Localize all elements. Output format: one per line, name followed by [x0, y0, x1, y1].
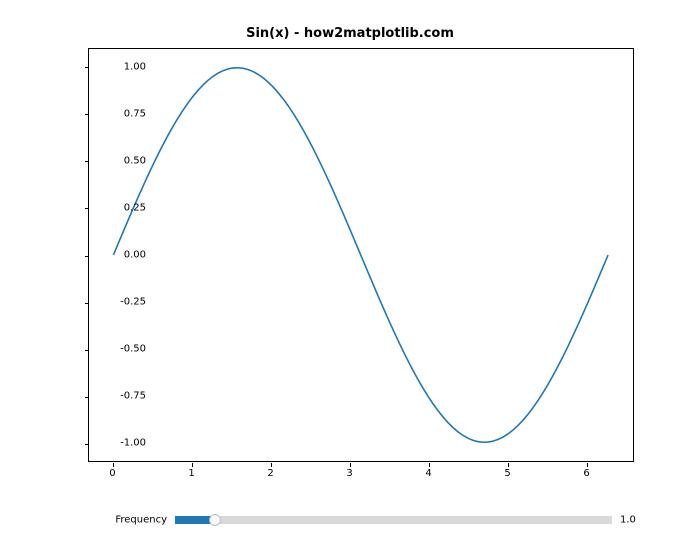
- x-tick-label: 4: [425, 468, 431, 479]
- y-tick-mark: [85, 161, 89, 162]
- frequency-slider-label: Frequency: [115, 515, 167, 526]
- frequency-slider[interactable]: Frequency 1.0: [175, 510, 612, 530]
- frequency-slider-track[interactable]: [175, 516, 612, 524]
- y-tick-label: -0.25: [106, 297, 146, 308]
- y-tick-label: 1.00: [106, 61, 146, 72]
- x-tick-label: 1: [188, 468, 194, 479]
- x-tick-mark: [113, 463, 114, 467]
- y-tick-mark: [85, 350, 89, 351]
- x-tick-label: 2: [267, 468, 273, 479]
- x-tick-mark: [429, 463, 430, 467]
- y-tick-mark: [85, 114, 89, 115]
- frequency-slider-value: 1.0: [620, 515, 636, 526]
- x-tick-label: 6: [583, 468, 589, 479]
- y-tick-mark: [85, 67, 89, 68]
- x-tick-mark: [508, 463, 509, 467]
- chart-title: Sin(x) - how2matplotlib.com: [0, 26, 700, 41]
- plot-area: [89, 49, 633, 461]
- x-tick-label: 3: [346, 468, 352, 479]
- y-tick-mark: [85, 397, 89, 398]
- frequency-slider-handle[interactable]: [209, 514, 221, 526]
- x-tick-mark: [271, 463, 272, 467]
- plot-axes: [88, 48, 634, 462]
- x-tick-label: 5: [504, 468, 510, 479]
- y-tick-label: 0.75: [106, 108, 146, 119]
- y-tick-label: 0.00: [106, 250, 146, 261]
- x-tick-mark: [350, 463, 351, 467]
- y-tick-mark: [85, 444, 89, 445]
- series-line-sinx: [113, 68, 608, 443]
- x-tick-mark: [192, 463, 193, 467]
- x-tick-mark: [587, 463, 588, 467]
- y-tick-mark: [85, 303, 89, 304]
- y-tick-mark: [85, 256, 89, 257]
- y-tick-label: -1.00: [106, 438, 146, 449]
- y-tick-label: 0.25: [106, 202, 146, 213]
- y-tick-label: -0.50: [106, 344, 146, 355]
- y-tick-label: -0.75: [106, 391, 146, 402]
- y-tick-label: 0.50: [106, 155, 146, 166]
- x-tick-label: 0: [109, 468, 115, 479]
- y-tick-mark: [85, 208, 89, 209]
- figure: Sin(x) - how2matplotlib.com 0 1 2 3 4 5 6 -1.0…: [0, 0, 700, 560]
